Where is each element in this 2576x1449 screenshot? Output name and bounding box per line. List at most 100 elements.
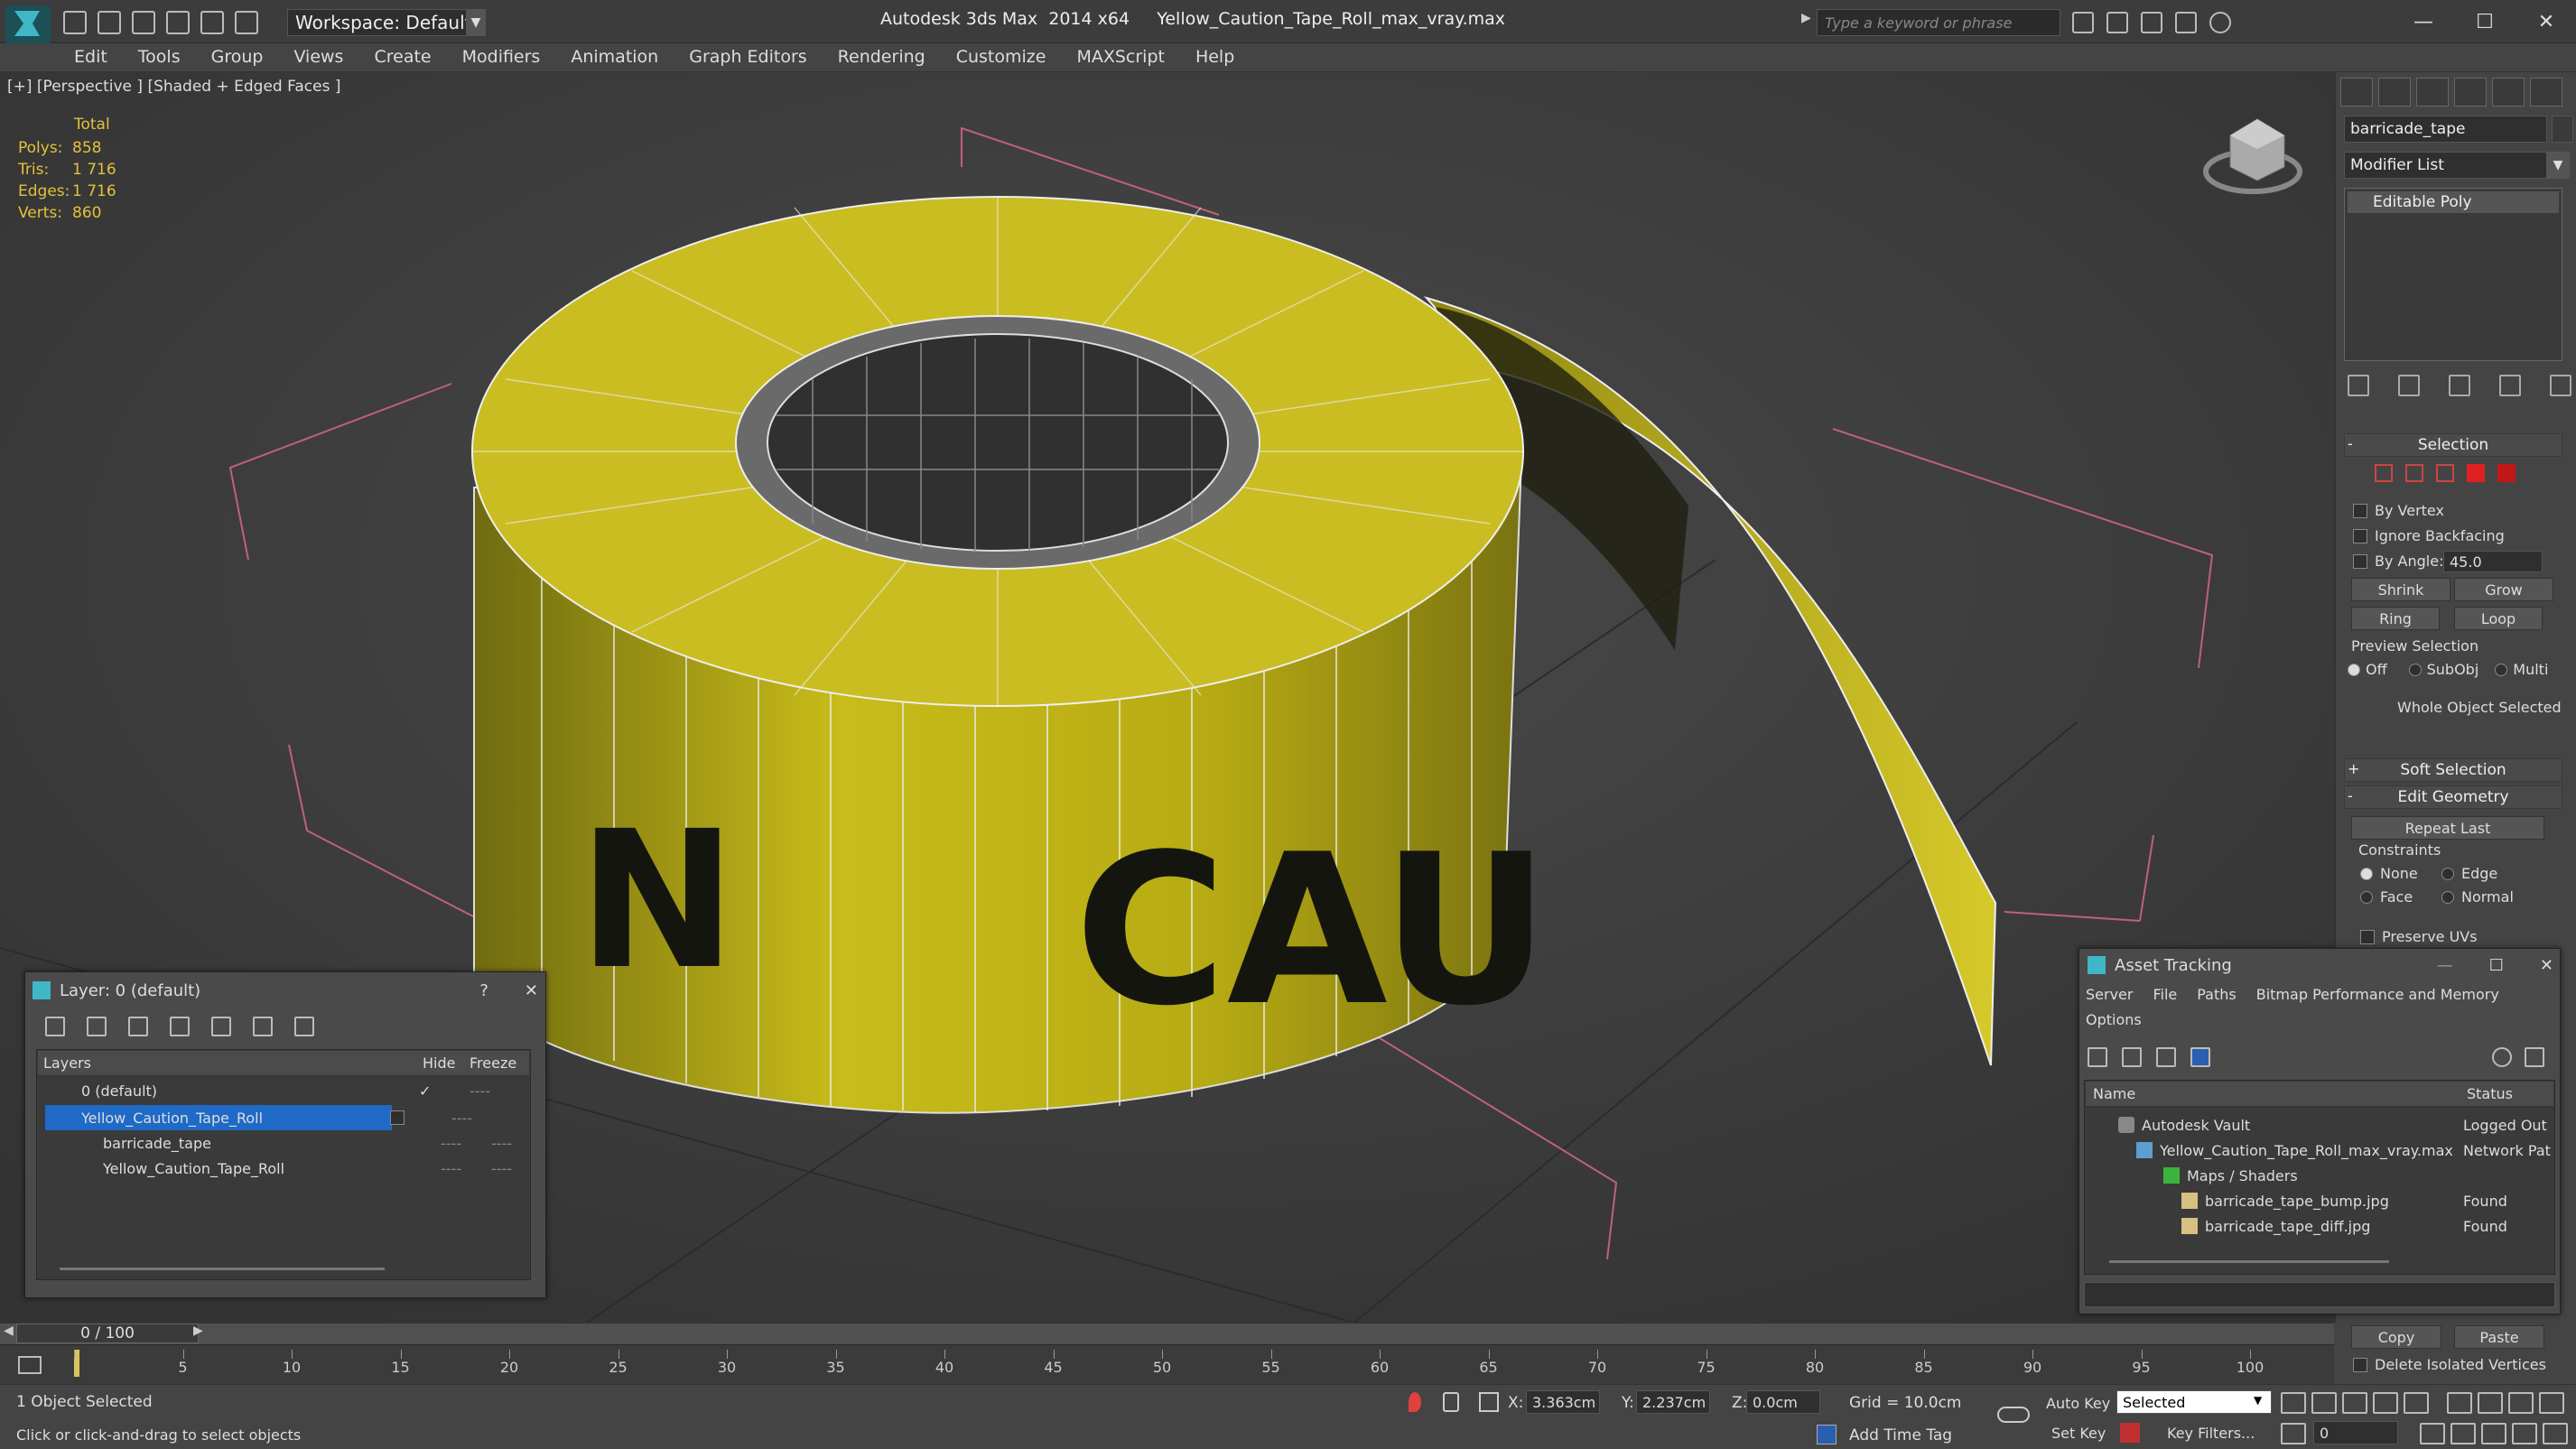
y-coordinate-field[interactable]: 2.237cm <box>1636 1390 1710 1414</box>
maximize-viewport-icon[interactable] <box>2543 1423 2568 1444</box>
add-to-layer-icon[interactable] <box>211 1017 231 1036</box>
new-file-icon[interactable] <box>63 11 87 34</box>
constraint-normal-radio[interactable] <box>2441 890 2454 904</box>
time-slider-track[interactable] <box>0 1323 2334 1344</box>
previous-frame-icon[interactable] <box>2311 1392 2337 1414</box>
go-to-end-icon[interactable] <box>2404 1392 2429 1414</box>
field-of-view-icon[interactable] <box>2450 1423 2476 1444</box>
maximize-button[interactable]: ☐ <box>2489 956 2504 975</box>
communication-icon[interactable] <box>2141 12 2162 33</box>
layer-row-freeze[interactable]: ---- <box>470 1082 490 1100</box>
minimize-button[interactable]: — <box>2437 956 2453 975</box>
asset-row[interactable]: barricade_tape_diff.jpg Found <box>2086 1213 2553 1239</box>
lock-icon[interactable] <box>1443 1392 1459 1412</box>
loop-button[interactable]: Loop <box>2454 607 2543 630</box>
chevron-down-icon[interactable]: ▼ <box>466 9 486 36</box>
redo-icon[interactable] <box>200 11 224 34</box>
asset-menu-file[interactable]: File <box>2153 986 2177 1003</box>
chevron-down-icon[interactable]: ▼ <box>2254 1394 2262 1407</box>
refresh-icon[interactable] <box>2088 1047 2107 1067</box>
asset-row[interactable]: Autodesk Vault Logged Out <box>2086 1112 2553 1138</box>
remove-modifier-icon[interactable] <box>2499 375 2521 396</box>
menu-maxscript[interactable]: MAXScript <box>1076 47 1165 67</box>
asset-row[interactable]: Yellow_Caution_Tape_Roll_max_vray.max Ne… <box>2086 1138 2553 1163</box>
rollout-selection-header[interactable]: Selection <box>2344 433 2562 457</box>
search-expand-icon[interactable]: ▶ <box>1801 11 1811 25</box>
copy-button[interactable]: Copy <box>2351 1325 2441 1349</box>
time-slider-thumb[interactable]: 0 / 100 <box>16 1324 199 1343</box>
name-column[interactable]: Name <box>2093 1085 2467 1102</box>
add-layer-icon[interactable] <box>128 1017 148 1036</box>
menu-tools[interactable]: Tools <box>138 47 181 67</box>
create-tab-icon[interactable] <box>2340 78 2373 107</box>
layer-row[interactable]: 0 (default) ✓ ---- <box>38 1078 529 1103</box>
chevron-down-icon[interactable]: ▼ <box>2546 152 2570 179</box>
collapse-icon[interactable]: - <box>2348 787 2353 804</box>
asset-row[interactable]: barricade_tape_bump.jpg Found <box>2086 1188 2553 1213</box>
help-icon[interactable] <box>2492 1047 2512 1067</box>
layer-row[interactable]: Yellow_Caution_Tape_Roll ---- ---- <box>38 1156 529 1181</box>
menu-group[interactable]: Group <box>211 47 264 67</box>
table-view-icon[interactable] <box>2190 1047 2210 1067</box>
settings-icon[interactable] <box>2525 1047 2544 1067</box>
open-file-icon[interactable] <box>98 11 121 34</box>
by-angle-spinner[interactable]: 45.0 <box>2443 551 2543 572</box>
key-icon[interactable] <box>1997 1407 2030 1423</box>
constraint-edge-radio[interactable] <box>2441 867 2454 880</box>
menu-modifiers[interactable]: Modifiers <box>462 47 541 67</box>
select-layer-objects-icon[interactable] <box>253 1017 273 1036</box>
hide-column[interactable]: Hide <box>423 1054 470 1072</box>
tree-view-icon[interactable] <box>2156 1047 2176 1067</box>
absolute-mode-icon[interactable] <box>1479 1392 1499 1412</box>
time-prev-icon[interactable]: ◀ <box>4 1324 14 1338</box>
pan-icon[interactable] <box>2481 1423 2506 1444</box>
asset-list-scrollbar[interactable] <box>2109 1260 2389 1263</box>
select-in-layer-icon[interactable] <box>170 1017 190 1036</box>
save-file-icon[interactable] <box>132 11 155 34</box>
play-icon[interactable] <box>2342 1392 2367 1414</box>
show-end-result-icon[interactable] <box>2398 375 2420 396</box>
utilities-tab-icon[interactable] <box>2530 78 2562 107</box>
layer-row-freeze[interactable]: ---- <box>491 1135 512 1152</box>
menu-help[interactable]: Help <box>1195 47 1234 67</box>
by-angle-checkbox[interactable] <box>2353 553 2367 569</box>
z-coordinate-field[interactable]: 0.0cm <box>1746 1390 1820 1414</box>
hierarchy-tab-icon[interactable] <box>2416 78 2449 107</box>
menu-graph-editors[interactable]: Graph Editors <box>689 47 806 67</box>
modify-tab-icon[interactable] <box>2378 78 2411 107</box>
repeat-last-button[interactable]: Repeat Last <box>2351 816 2544 840</box>
layer-row-freeze[interactable]: ---- <box>451 1110 472 1127</box>
viewport-label[interactable]: [+] [Perspective ] [Shaded + Edged Faces… <box>7 78 340 96</box>
close-button[interactable]: ✕ <box>2516 11 2576 33</box>
set-key-button[interactable]: Set Key <box>2051 1425 2106 1442</box>
favorites-star-icon[interactable] <box>2175 12 2197 33</box>
stack-item-editable-poly[interactable]: Editable Poly <box>2348 191 2559 213</box>
layer-row[interactable]: barricade_tape ---- ---- <box>38 1130 529 1156</box>
vertex-mode-icon[interactable] <box>2375 464 2393 482</box>
list-view-icon[interactable] <box>2122 1047 2142 1067</box>
layer-row-freeze[interactable]: ---- <box>491 1160 512 1177</box>
binoculars-icon[interactable] <box>2072 12 2094 33</box>
time-next-icon[interactable]: ▶ <box>193 1324 203 1338</box>
display-tab-icon[interactable] <box>2492 78 2525 107</box>
preserve-uvs-checkbox[interactable] <box>2360 929 2375 944</box>
search-input[interactable]: Type a keyword or phrase <box>1817 9 2060 36</box>
time-config-icon[interactable] <box>2420 1423 2445 1444</box>
constraint-none-radio[interactable] <box>2360 867 2373 880</box>
minimize-button[interactable]: — <box>2393 11 2454 33</box>
expand-icon[interactable]: + <box>2348 760 2359 777</box>
help-icon[interactable] <box>2209 12 2231 33</box>
paste-button[interactable]: Paste <box>2454 1325 2544 1349</box>
status-column[interactable]: Status <box>2467 1085 2513 1102</box>
next-frame-icon[interactable] <box>2373 1392 2398 1414</box>
time-tag-icon[interactable] <box>1817 1425 1837 1444</box>
grow-button[interactable]: Grow <box>2454 578 2553 601</box>
orbit-icon[interactable] <box>2512 1423 2537 1444</box>
help-button[interactable]: ? <box>479 981 488 1000</box>
zoom-all-icon[interactable] <box>2478 1392 2503 1414</box>
key-mode-icon[interactable] <box>2281 1423 2306 1444</box>
key-filters-button[interactable]: Key Filters... <box>2167 1425 2255 1442</box>
layer-row-hide[interactable]: ✓ <box>419 1082 470 1100</box>
layer-current-checkbox[interactable] <box>390 1110 405 1125</box>
ring-button[interactable]: Ring <box>2351 607 2440 630</box>
